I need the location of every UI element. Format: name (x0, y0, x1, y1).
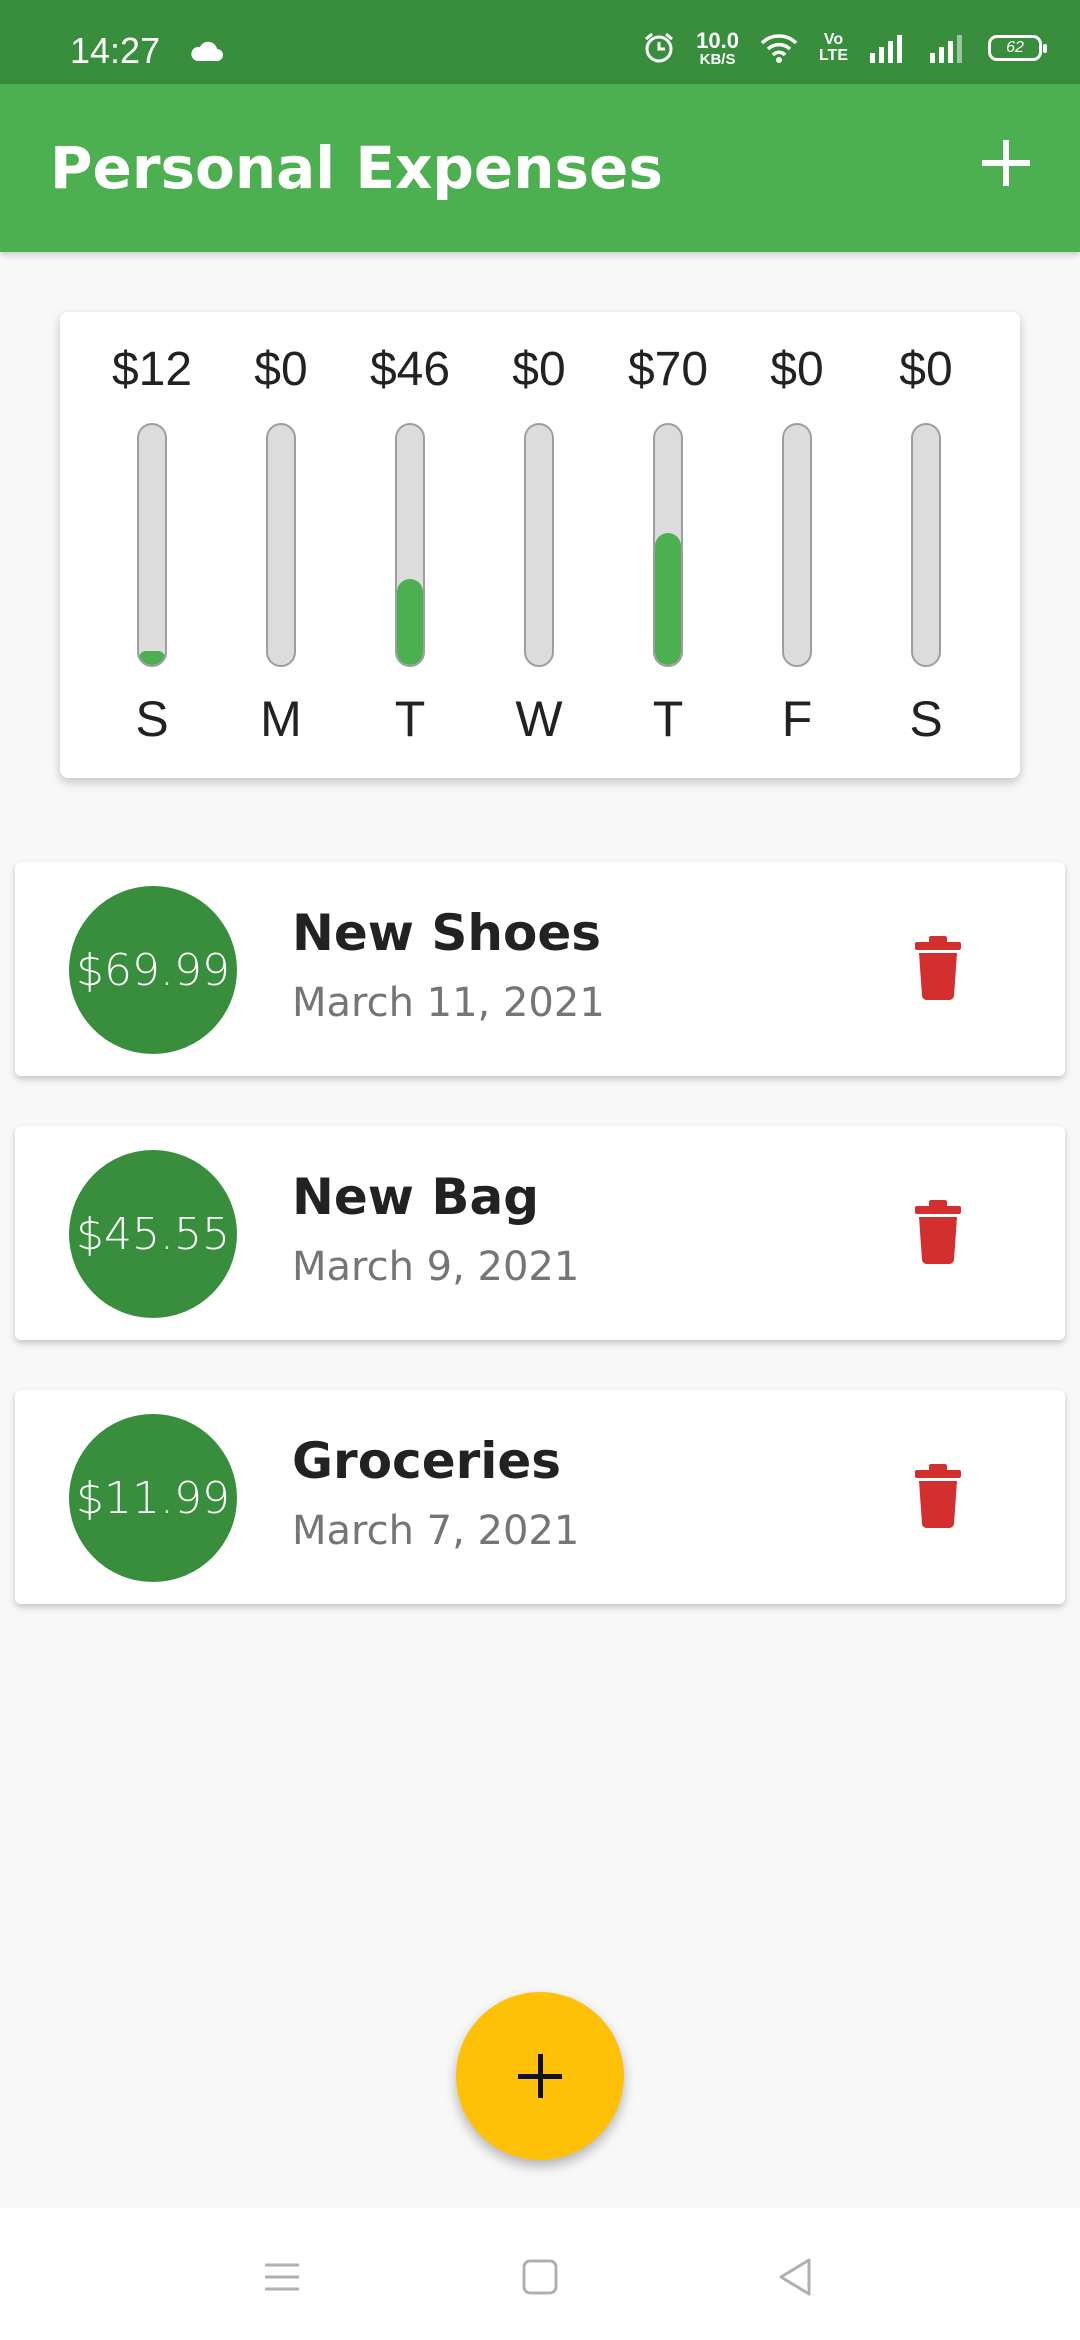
day-amount: $0 (899, 343, 953, 396)
signal-icon (870, 35, 902, 63)
add-transaction-button[interactable] (970, 128, 1040, 198)
bar-fill (139, 650, 165, 665)
day-amount: $0 (770, 343, 824, 396)
delete-icon[interactable] (913, 936, 963, 1000)
chart-day-column: $70 T (608, 312, 728, 778)
day-amount: $0 (254, 343, 308, 396)
bar-track (653, 423, 683, 667)
network-speed: 10.0 KB/S (696, 27, 739, 68)
bar-track (137, 423, 167, 667)
back-icon[interactable] (771, 2252, 821, 2302)
battery-icon: 62 (988, 35, 1047, 61)
transaction-item[interactable]: $45.55 New Bag March 9, 2021 (15, 1126, 1065, 1340)
cloud-icon (191, 41, 223, 61)
weekly-chart: $12 S $0 M $46 T $0 W $70 T $0 F $0 S (60, 312, 1020, 778)
chart-day-column: $0 M (221, 312, 341, 778)
volte-indicator: Vo LTE (819, 32, 848, 64)
day-label: S (135, 691, 169, 747)
chart-day-column: $0 F (737, 312, 857, 778)
page-title: Personal Expenses (50, 134, 663, 202)
bar-track (395, 423, 425, 667)
day-label: T (652, 691, 684, 747)
chart-day-column: $0 W (479, 312, 599, 778)
bar-fill (397, 578, 423, 665)
menu-icon[interactable] (257, 2252, 307, 2302)
day-amount: $12 (111, 343, 193, 396)
bar-track (911, 423, 941, 667)
amount-badge: $69.99 (69, 886, 237, 1054)
signal-icon (930, 35, 962, 63)
transaction-date: March 9, 2021 (292, 1244, 580, 1290)
transaction-title: Groceries (292, 1432, 562, 1490)
bar-track (782, 423, 812, 667)
day-label: M (260, 691, 302, 747)
wifi-icon (760, 34, 798, 63)
home-icon[interactable] (515, 2252, 565, 2302)
amount-badge: $45.55 (69, 1150, 237, 1318)
transaction-title: New Bag (292, 1168, 539, 1226)
day-amount: $70 (627, 343, 709, 396)
transaction-item[interactable]: $11.99 Groceries March 7, 2021 (15, 1390, 1065, 1604)
add-fab-button[interactable] (456, 1992, 624, 2160)
transaction-date: March 11, 2021 (292, 980, 605, 1026)
status-bar: 14:27 10.0 KB/S Vo LTE 62 (0, 0, 1080, 84)
bar-fill (655, 533, 681, 665)
status-time: 14:27 (70, 30, 161, 71)
day-label: F (781, 691, 813, 747)
chart-day-column: $0 S (866, 312, 986, 778)
speed-value: 10.0 (696, 27, 739, 53)
alarm-icon (645, 32, 674, 63)
status-icons: 10.0 KB/S Vo LTE 62 (642, 27, 1047, 68)
volte-top: Vo (823, 31, 844, 48)
transaction-item[interactable]: $69.99 New Shoes March 11, 2021 (15, 862, 1065, 1076)
app-bar: Personal Expenses (0, 84, 1080, 252)
volte-bottom: LTE (818, 47, 848, 64)
transaction-title: New Shoes (292, 904, 601, 962)
day-label: T (394, 691, 426, 747)
battery-level: 62 (1006, 39, 1024, 56)
day-amount: $0 (512, 343, 566, 396)
day-amount: $46 (369, 343, 451, 396)
chart-day-column: $12 S (92, 312, 212, 778)
delete-icon[interactable] (913, 1464, 963, 1528)
speed-unit: KB/S (699, 50, 736, 68)
day-label: S (909, 691, 943, 747)
bar-track (524, 423, 554, 667)
chart-day-column: $46 T (350, 312, 470, 778)
amount-badge: $11.99 (69, 1414, 237, 1582)
delete-icon[interactable] (913, 1200, 963, 1264)
bar-track (266, 423, 296, 667)
transaction-date: March 7, 2021 (292, 1508, 580, 1554)
system-nav-bar (0, 2208, 1080, 2340)
day-label: W (515, 691, 563, 747)
